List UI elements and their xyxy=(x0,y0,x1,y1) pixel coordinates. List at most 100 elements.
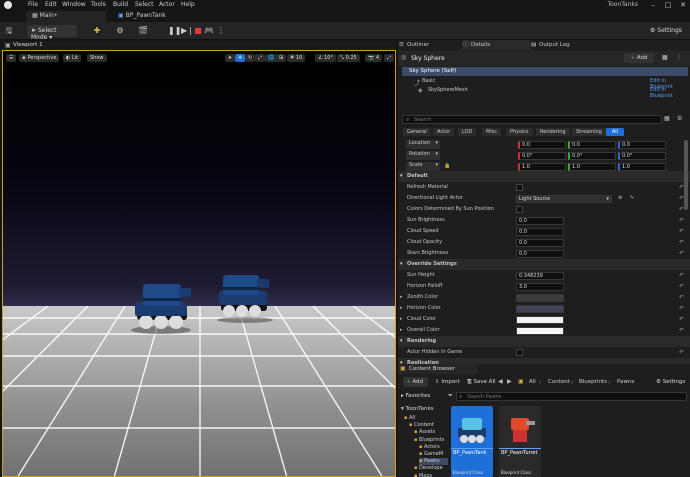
component-mesh-row[interactable]: ◈ SkySphereMesh Edit in Blueprint xyxy=(402,86,688,99)
blueprint-script-icon[interactable]: ▦ xyxy=(662,54,668,61)
reset-arrow-icon[interactable]: ↶ xyxy=(679,270,684,281)
reset-arrow-icon[interactable]: ↶ xyxy=(679,292,684,303)
section-default[interactable]: ▾ Default xyxy=(398,171,690,182)
property-number-field[interactable]: 3.0 xyxy=(516,282,564,291)
forward-icon[interactable]: ▶ xyxy=(507,378,512,385)
filter-physics[interactable]: Physics xyxy=(506,128,533,136)
tree-item-content[interactable]: ▪ Content xyxy=(409,422,448,429)
filter-icon[interactable]: ⏷ xyxy=(448,392,453,400)
tree-item-actors[interactable]: ▪ Actors xyxy=(419,444,448,451)
path-content[interactable]: Content xyxy=(548,379,570,385)
reset-arrow-icon[interactable]: ↶ xyxy=(679,314,684,325)
tab-outliner[interactable]: ☰ Outliner xyxy=(398,40,462,50)
transform-y-field[interactable]: 0.0° xyxy=(568,151,616,160)
menu-edit[interactable]: Edit xyxy=(45,1,57,8)
translate-tool-icon[interactable]: ✥ xyxy=(235,54,246,62)
select-tool-icon[interactable]: ➤ xyxy=(225,54,236,62)
details-scrollbar[interactable] xyxy=(684,140,688,210)
perspective-button[interactable]: ◈ Perspective xyxy=(19,54,60,62)
settings-button[interactable]: ⚙ Settings xyxy=(650,27,682,34)
pause-icon[interactable]: ❚❚ xyxy=(168,26,181,36)
scale-snap-button[interactable]: ⤡ 0.25 xyxy=(337,54,360,62)
viewport-tab[interactable]: ▣ Viewport 1 xyxy=(2,41,396,50)
maximize-icon[interactable]: □ xyxy=(661,0,675,10)
details-search-input[interactable]: ⌕ Search xyxy=(402,115,662,124)
chevron-right-icon[interactable]: ▸ xyxy=(400,325,403,336)
component-self-row[interactable]: Sky Sphere (Self) xyxy=(402,67,688,76)
transform-x-field[interactable]: 0.0° xyxy=(518,151,566,160)
path-pawns[interactable]: Pawns xyxy=(617,379,634,385)
chevron-right-icon[interactable]: ▸ xyxy=(400,303,403,314)
show-button[interactable]: Show xyxy=(87,54,107,62)
section-override-settings[interactable]: ▾ Override Settings xyxy=(398,259,690,270)
viewport-options-button[interactable]: ☰ xyxy=(6,54,17,62)
transform-z-field[interactable]: 1.0 xyxy=(618,162,666,171)
tree-item-pawns[interactable]: ▪ Pawns xyxy=(419,458,448,466)
tree-item-all[interactable]: ▪ All xyxy=(404,415,448,422)
camera-speed-button[interactable]: 📷 4 xyxy=(365,54,383,62)
property-number-field[interactable]: 0.0 xyxy=(516,249,564,258)
transform-x-field[interactable]: 1.0 xyxy=(518,162,566,171)
details-settings-icon[interactable]: ⚙ xyxy=(677,115,682,122)
chevron-right-icon[interactable]: ▸ xyxy=(400,314,403,325)
asset-tile[interactable]: BP_PawnTank Blueprint Class xyxy=(451,406,493,477)
path-blueprints[interactable]: Blueprints xyxy=(579,379,607,385)
picker-icon[interactable]: ✎ xyxy=(630,193,634,204)
surface-snap-icon[interactable]: ⊞ xyxy=(276,54,287,62)
blueprint-menu-icon[interactable]: ⚙ xyxy=(115,26,125,36)
lit-button[interactable]: ◐ Lit xyxy=(63,54,82,62)
reset-arrow-icon[interactable]: ↶ xyxy=(679,248,684,259)
menu-actor[interactable]: Actor xyxy=(159,1,175,8)
transform-mode-dropdown[interactable]: Rotation ▾ xyxy=(406,151,440,160)
tree-root[interactable]: ▾ ToonTanks xyxy=(401,405,447,414)
color-swatch[interactable] xyxy=(516,315,564,324)
grid-snap-button[interactable]: # 10 xyxy=(287,54,306,62)
tab-bp-pawntank[interactable]: ▣ BP_PawnTank xyxy=(112,11,202,22)
filter-lod[interactable]: LOD xyxy=(458,128,477,136)
reset-arrow-icon[interactable]: ↶ xyxy=(679,226,684,237)
transform-y-field[interactable]: 0.0 xyxy=(568,140,616,149)
favorites-section[interactable]: ▸ Favorites xyxy=(401,392,445,401)
step-icon[interactable]: ▶❘ xyxy=(181,26,194,36)
stop-icon[interactable]: ■ xyxy=(193,26,203,36)
more-options-icon[interactable]: ⋮ xyxy=(216,26,226,36)
property-checkbox[interactable] xyxy=(516,349,523,356)
transform-z-field[interactable]: 0.0 xyxy=(618,140,666,149)
light-actor-dropdown[interactable]: Light Source ▾ xyxy=(516,194,612,203)
filter-all[interactable]: All xyxy=(606,128,624,136)
scale-tool-icon[interactable]: ⤢ xyxy=(255,54,266,62)
reset-arrow-icon[interactable]: ↶ xyxy=(679,303,684,314)
maximize-viewport-icon[interactable]: ⤢ xyxy=(384,54,395,62)
transform-mode-dropdown[interactable]: Scale ▾ xyxy=(406,162,440,171)
filter-streaming[interactable]: Streaming xyxy=(572,128,606,136)
property-checkbox[interactable] xyxy=(516,184,523,191)
tab-output-log[interactable]: ▤ Output Log xyxy=(530,40,600,50)
gamepad-icon[interactable]: 🎮 xyxy=(204,26,214,36)
tab-main[interactable]: ▦ Main• xyxy=(26,11,106,22)
chevron-right-icon[interactable]: ▸ xyxy=(400,292,403,303)
asset-tile[interactable]: BP_PawnTurret Blueprint Class xyxy=(499,406,541,477)
cb-settings-button[interactable]: ⚙ Settings xyxy=(656,379,685,385)
rotate-tool-icon[interactable]: ↻ xyxy=(245,54,256,62)
transform-z-field[interactable]: 0.0° xyxy=(618,151,666,160)
menu-help[interactable]: Help xyxy=(181,1,195,8)
rotation-snap-button[interactable]: ∠ 10° xyxy=(315,54,336,62)
section-rendering[interactable]: ▾ Rendering xyxy=(398,336,690,347)
menu-file[interactable]: File xyxy=(28,1,38,8)
tree-item-gamem[interactable]: ▪ GameM xyxy=(419,451,448,458)
menu-window[interactable]: Window xyxy=(62,1,86,8)
panel-settings-icon[interactable]: ⋮ xyxy=(676,54,682,61)
filter-general[interactable]: General xyxy=(403,128,431,136)
reset-arrow-icon[interactable]: ↶ xyxy=(679,347,684,358)
color-swatch[interactable] xyxy=(516,326,564,335)
filter-actor[interactable]: Actor xyxy=(433,128,455,136)
path-all[interactable]: All xyxy=(529,379,536,385)
menu-tools[interactable]: Tools xyxy=(91,1,106,8)
transform-y-field[interactable]: 1.0 xyxy=(568,162,616,171)
transform-mode-dropdown[interactable]: Location ▾ xyxy=(406,140,440,149)
cb-search-input[interactable]: ⌕ Search Pawns xyxy=(456,392,687,401)
transform-x-field[interactable]: 0.0 xyxy=(518,140,566,149)
close-icon[interactable]: ✕ xyxy=(676,0,690,10)
property-checkbox[interactable] xyxy=(516,206,523,213)
reset-arrow-icon[interactable]: ↶ xyxy=(679,215,684,226)
